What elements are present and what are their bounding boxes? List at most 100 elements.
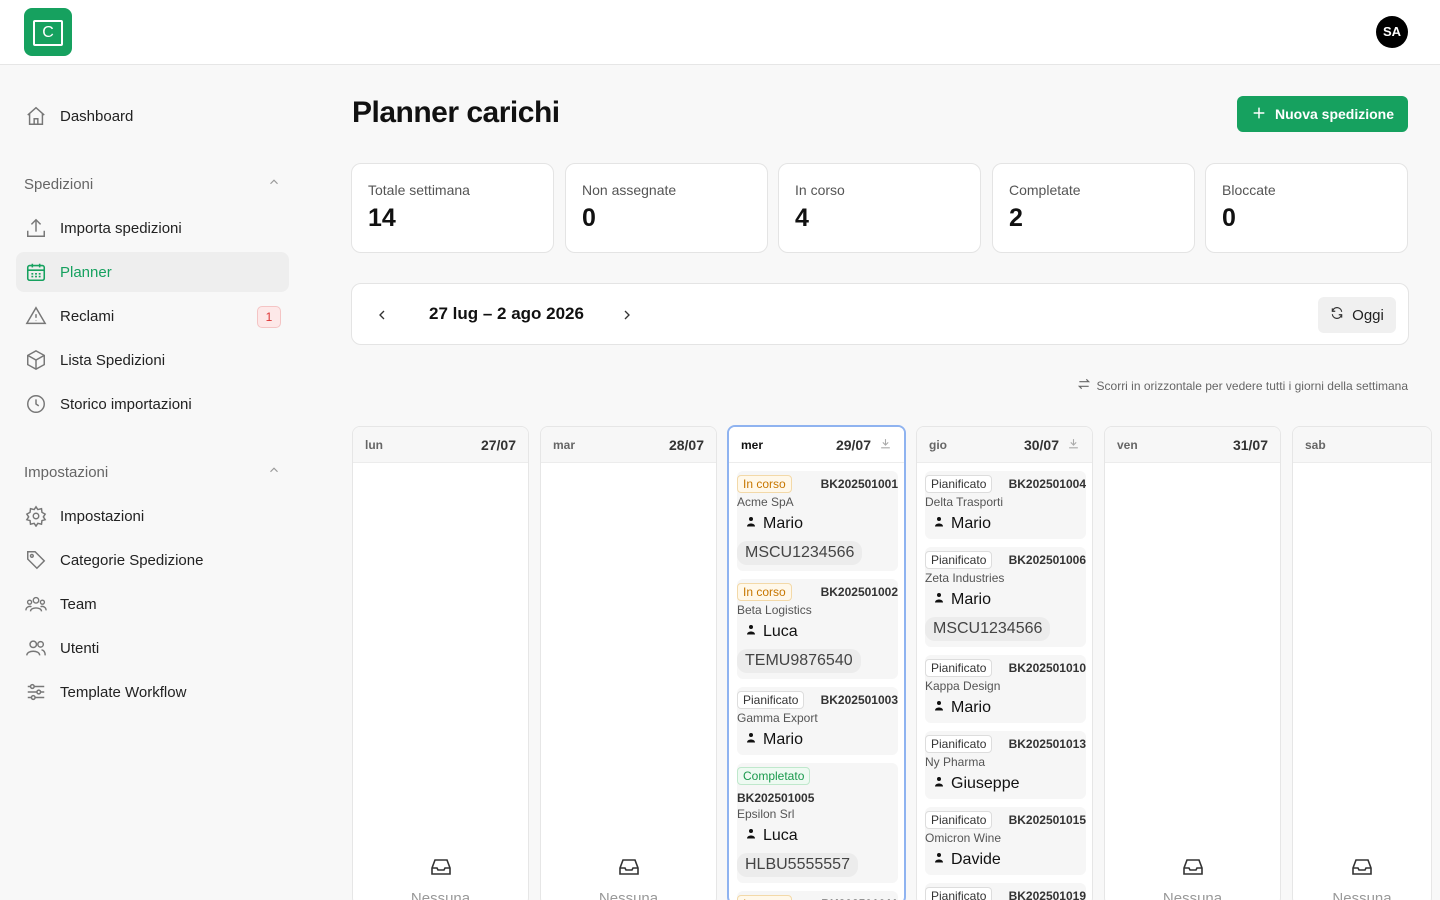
sidebar-item-label: Reclami (60, 307, 115, 325)
day-date: 27/07 (480, 436, 516, 453)
sidebar-item-dashboard[interactable]: Dashboard (16, 96, 289, 136)
driver: Luca (737, 623, 898, 641)
day-column-mar[interactable]: mar 28/07 Nessuna (540, 426, 717, 900)
empty-label: Nessuna (598, 890, 659, 900)
empty-state: Nessuna (1105, 855, 1280, 900)
shipment-card[interactable]: Pianificato BK202501013 Ny Pharma Giuseppe (925, 731, 1086, 799)
prev-week-button[interactable] (370, 303, 394, 327)
container-chip: MSCU1234566 (925, 617, 1051, 641)
client-name: Ny Pharma (925, 755, 986, 769)
section-toggle-impostazioni[interactable]: Impostazioni (24, 463, 281, 481)
day-date: 30/07 (1023, 436, 1059, 453)
download-icon[interactable] (1067, 437, 1080, 453)
day-column-ven[interactable]: ven 31/07 Nessuna (1104, 426, 1281, 900)
booking-code: BK202501019 (1008, 889, 1086, 900)
status-badge: Pianificato (925, 811, 993, 829)
status-badge: Pianificato (925, 735, 993, 753)
shipment-card[interactable]: Completato BK202501005 Epsilon Srl Luca HLBU… (737, 763, 898, 883)
day-date: 31/07 (1232, 436, 1268, 453)
week-navigation: 27 lug – 2 ago 2026 Oggi (351, 283, 1409, 345)
client-name: Gamma Export (737, 711, 818, 725)
stat-label: Totale settimana (368, 182, 470, 198)
sidebar-item-reclami[interactable]: Reclami 1 (16, 296, 289, 336)
day-date-wrap: 29/07 (836, 437, 892, 453)
day-header: sab (1293, 427, 1431, 463)
sidebar-item-storico-importazioni[interactable]: Storico importazioni (16, 384, 289, 424)
person-icon (933, 851, 945, 869)
driver-name: Mario (763, 731, 804, 748)
day-date: 29/07 (835, 436, 871, 453)
inbox-icon (1350, 859, 1374, 883)
chevron-up-icon (267, 175, 281, 193)
driver: Mario (737, 731, 898, 749)
section-title: Impostazioni (24, 463, 109, 481)
chevron-right-icon (624, 310, 630, 320)
booking-code: BK202501005 (737, 791, 815, 805)
stat-card-bloccate: Bloccate 0 (1205, 163, 1408, 253)
new-shipment-button[interactable]: Nuova spedizione (1237, 96, 1408, 132)
day-column-lun[interactable]: lun 27/07 Nessuna (352, 426, 529, 900)
shipment-card[interactable]: Pianificato BK202501010 Kappa Design Mario (925, 655, 1086, 723)
app-logo[interactable]: C (24, 8, 72, 56)
scroll-hint: Scorri in orizzontale per vedere tutti i… (1077, 377, 1408, 394)
stat-label: Non assegnate (582, 182, 677, 198)
sidebar-item-lista-spedizioni[interactable]: Lista Spedizioni (16, 340, 289, 380)
status-badge: Pianificato (925, 551, 993, 569)
client-name: Beta Logistics (737, 603, 812, 617)
day-column-sab[interactable]: sab Nessuna (1292, 426, 1432, 900)
sidebar-item-template-workflow[interactable]: Template Workflow (16, 672, 289, 712)
day-column-gio[interactable]: gio 30/07 Pianificato BK202501004 Delta Tras… (916, 426, 1093, 900)
sidebar-item-utenti[interactable]: Utenti (16, 628, 289, 668)
person-icon (933, 591, 945, 609)
driver: Mario (737, 515, 898, 533)
shipment-card[interactable]: Pianificato BK202501003 Gamma Export Mario (737, 687, 898, 755)
shipment-card[interactable]: PianificatoBK202501019Tau Editore (925, 883, 1086, 900)
day-name: lun (365, 437, 383, 452)
new-shipment-label: Nuova spedizione (1274, 106, 1395, 122)
shipment-card[interactable]: Pianificato BK202501004 Delta Trasporti Mar… (925, 471, 1086, 539)
day-date-wrap: 31/07 (1233, 437, 1268, 453)
driver-name: Mario (951, 591, 992, 608)
day-header: mar 28/07 (541, 427, 716, 463)
shipment-card[interactable]: Pianificato BK202501006 Zeta Industries Mar… (925, 547, 1086, 647)
driver-name: Luca (763, 623, 798, 640)
shipment-card[interactable]: In corsoBK202501011 (737, 891, 898, 900)
stat-value: 0 (582, 204, 596, 232)
status-badge: In corso (737, 895, 792, 900)
booking-code: BK202501006 (1008, 553, 1086, 567)
person-icon (933, 699, 945, 717)
shipment-card[interactable]: In corso BK202501001 Acme SpA Mario MSCU1234… (737, 471, 898, 571)
download-icon[interactable] (879, 437, 892, 453)
empty-state: Nessuna (541, 855, 716, 900)
stat-label: Completate (1009, 182, 1081, 198)
next-week-button[interactable] (615, 303, 639, 327)
shipment-card[interactable]: Pianificato BK202501015 Omicron Wine Davide (925, 807, 1086, 875)
user-avatar[interactable]: SA (1376, 16, 1408, 48)
sidebar-item-planner[interactable]: Planner (16, 252, 289, 292)
client-name: Epsilon Srl (737, 807, 795, 821)
sidebar-item-categorie-spedizione[interactable]: Categorie Spedizione (16, 540, 289, 580)
driver: Giuseppe (925, 775, 1086, 793)
driver-name: Luca (763, 827, 798, 844)
day-column-mer[interactable]: mer 29/07 In corso BK202501001 Acme SpA Mario… (727, 425, 906, 900)
driver: Davide (925, 851, 1086, 869)
sidebar-item-importa-spedizioni[interactable]: Importa spedizioni (16, 208, 289, 248)
person-icon (745, 515, 757, 533)
stat-value: 2 (1009, 204, 1023, 232)
client-name: Acme SpA (737, 495, 794, 509)
driver-name: Giuseppe (951, 775, 1020, 792)
sidebar-item-team[interactable]: Team (16, 584, 289, 624)
driver-name: Davide (951, 851, 1001, 868)
day-name: ven (1117, 437, 1138, 452)
stat-label: Bloccate (1222, 182, 1276, 198)
chevron-up-icon (267, 463, 281, 481)
sidebar-item-label: Impostazioni (60, 507, 145, 525)
shipment-card[interactable]: In corso BK202501002 Beta Logistics Luca TEM… (737, 579, 898, 679)
sidebar-item-impostazioni[interactable]: Impostazioni (16, 496, 289, 536)
today-button[interactable]: Oggi (1318, 297, 1396, 333)
driver: Mario (925, 699, 1086, 717)
stat-card-non-assegnate: Non assegnate 0 (565, 163, 768, 253)
section-toggle-spedizioni[interactable]: Spedizioni (24, 175, 281, 193)
booking-code: BK202501001 (820, 477, 898, 491)
inbox-icon (429, 859, 453, 883)
